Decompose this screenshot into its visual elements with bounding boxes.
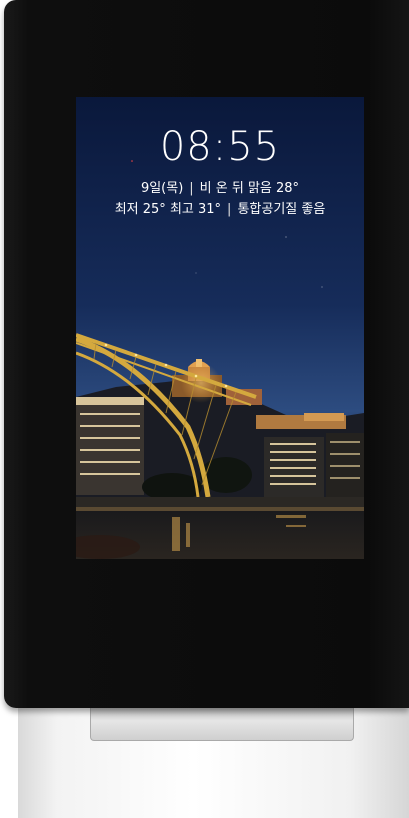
temp-high-text: 최고 31° xyxy=(169,202,222,217)
date-weather-line: 9일(목) | 비 온 뒤 맑음 28° xyxy=(76,180,364,198)
weather-text: 비 온 뒤 맑음 28° xyxy=(199,181,300,196)
date-text: 9일(목) xyxy=(140,181,184,196)
separator: | xyxy=(189,181,194,196)
device-mockup: 08:55 9일(목) | 비 온 뒤 맑음 28° 최저 25° 최고 31° | 통… xyxy=(0,0,409,818)
clock-time: 08:55 xyxy=(159,124,281,170)
stand-bracket xyxy=(90,708,354,741)
air-quality-text: 통합공기질 좋음 xyxy=(237,202,326,217)
temperature-air-line: 최저 25° 최고 31° | 통합공기질 좋음 xyxy=(76,201,364,219)
temp-low-text: 최저 25° xyxy=(114,202,166,217)
display-screen[interactable]: 08:55 9일(목) | 비 온 뒤 맑음 28° 최저 25° 최고 31° | 통… xyxy=(76,97,364,559)
separator: | xyxy=(227,202,232,217)
